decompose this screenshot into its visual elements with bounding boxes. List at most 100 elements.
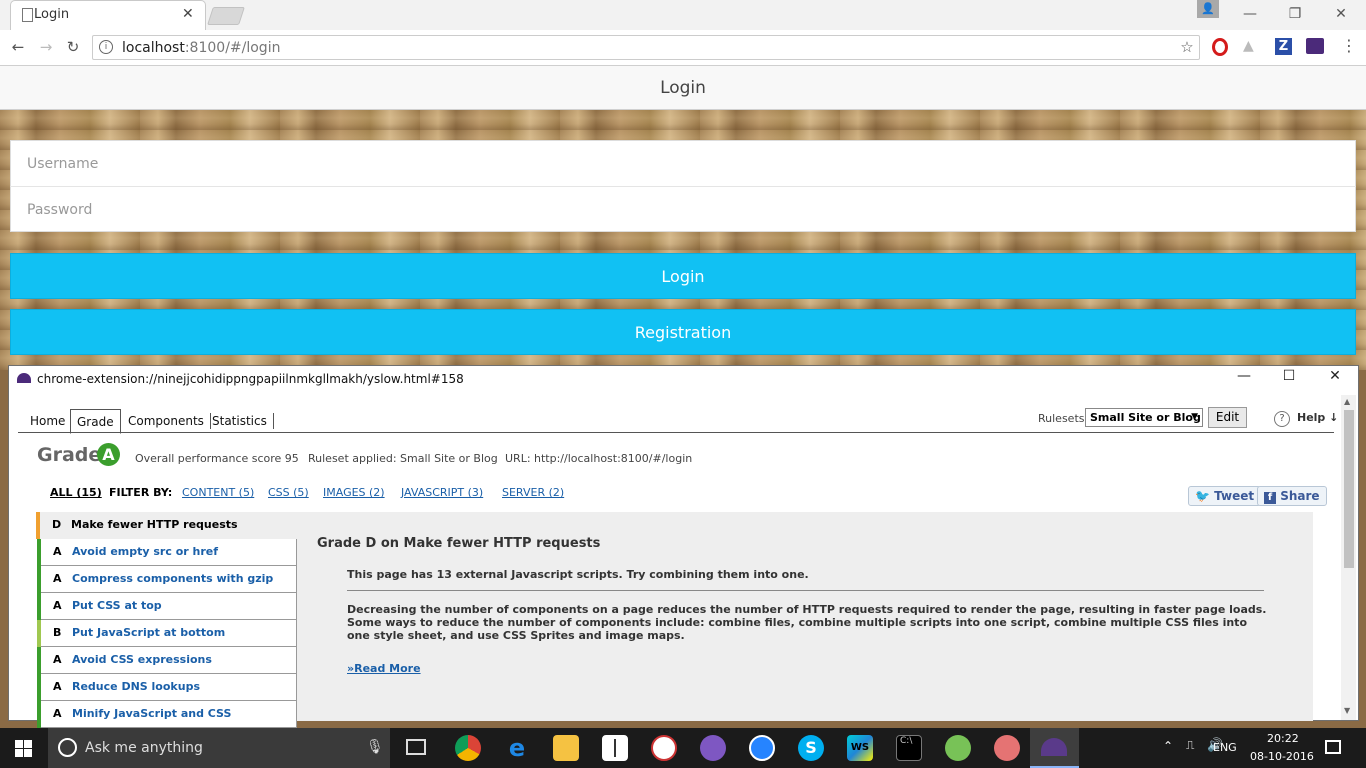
language-indicator[interactable]: ENG: [1213, 741, 1237, 754]
detail-heading: Grade D on Make fewer HTTP requests: [317, 536, 601, 551]
popup-minimize-button[interactable]: —: [1229, 368, 1259, 384]
rule-grade: D: [52, 518, 62, 531]
ruleset-select[interactable]: Small Site or Blog ▼: [1085, 408, 1203, 427]
android-studio-icon[interactable]: [945, 735, 971, 761]
forward-arrow-icon[interactable]: →: [36, 37, 56, 57]
rule-name: Avoid CSS expressions: [72, 653, 212, 666]
info-icon[interactable]: i: [99, 40, 113, 54]
filter-by-label: FILTER BY:: [109, 486, 173, 499]
close-window-button[interactable]: ✕: [1318, 0, 1364, 30]
grade-label: Grade: [37, 444, 102, 466]
rule-grade: A: [53, 653, 62, 666]
grade-badge: A: [97, 443, 120, 466]
username-field[interactable]: Username: [10, 141, 1356, 187]
popup-maximize-button[interactable]: ☐: [1274, 368, 1304, 384]
share-button[interactable]: f Share: [1257, 486, 1327, 506]
zotero-icon[interactable]: Z: [1275, 38, 1292, 55]
webstorm-icon[interactable]: WS: [847, 735, 873, 761]
rule-row[interactable]: A Avoid empty src or href: [37, 539, 297, 566]
microphone-icon[interactable]: 🎙: [366, 739, 384, 755]
reload-icon[interactable]: ↻: [63, 37, 83, 57]
close-tab-icon[interactable]: ✕: [182, 6, 194, 22]
back-arrow-icon[interactable]: ←: [8, 37, 28, 57]
share-label: Share: [1280, 489, 1320, 503]
tray-chevron-up-icon[interactable]: ⌃: [1163, 739, 1173, 753]
drive-icon[interactable]: ▲: [1243, 38, 1261, 54]
rule-row[interactable]: A Compress components with gzip: [37, 566, 297, 593]
tools-icon[interactable]: [994, 735, 1020, 761]
store-icon[interactable]: [602, 735, 628, 761]
compass-app-icon[interactable]: [651, 735, 677, 761]
login-button[interactable]: Login: [10, 253, 1356, 299]
rule-name: Avoid empty src or href: [72, 545, 219, 558]
opera-icon[interactable]: [1212, 38, 1228, 56]
task-view-icon[interactable]: [406, 739, 426, 755]
popup-close-button[interactable]: ✕: [1320, 368, 1350, 384]
detail-divider: [347, 590, 1264, 591]
windows-start-icon[interactable]: [15, 740, 32, 757]
terminal-icon[interactable]: C:\: [896, 735, 922, 761]
rule-name: Compress components with gzip: [72, 572, 274, 585]
network-icon[interactable]: ⎍: [1186, 738, 1194, 753]
chrome-icon[interactable]: [455, 735, 481, 761]
github-icon[interactable]: [700, 735, 726, 761]
page-title: Login: [0, 66, 1366, 110]
rule-grade: A: [53, 680, 62, 693]
rule-row[interactable]: A Minify JavaScript and CSS: [37, 701, 297, 728]
restore-button[interactable]: ❐: [1272, 0, 1318, 30]
url-info: URL: http://localhost:8100/#/login: [505, 452, 693, 465]
tab-home[interactable]: Home: [24, 409, 71, 433]
edit-button[interactable]: Edit: [1208, 407, 1247, 428]
rule-row[interactable]: B Put JavaScript at bottom: [37, 620, 297, 647]
registration-button[interactable]: Registration: [10, 309, 1356, 355]
scroll-down-arrow-icon[interactable]: ▼: [1344, 706, 1350, 715]
scroll-thumb[interactable]: [1344, 410, 1354, 568]
tab-grade[interactable]: Grade: [70, 409, 121, 434]
filter-all[interactable]: ALL (15): [50, 486, 102, 499]
tweet-label: Tweet: [1214, 489, 1255, 503]
menu-kebab-icon[interactable]: ⋮: [1341, 36, 1357, 55]
rule-row[interactable]: D Make fewer HTTP requests: [36, 512, 297, 539]
rule-name: Minify JavaScript and CSS: [72, 707, 232, 720]
new-tab-button[interactable]: [207, 7, 245, 25]
help-link[interactable]: Help ↓: [1297, 411, 1338, 424]
filter-css[interactable]: CSS (5): [268, 486, 309, 499]
grade-color-bar: [37, 674, 41, 701]
filter-javascript[interactable]: JAVASCRIPT (3): [401, 486, 483, 499]
filter-images[interactable]: IMAGES (2): [323, 486, 385, 499]
help-circle-icon[interactable]: ?: [1274, 411, 1290, 427]
rule-grade: A: [53, 545, 62, 558]
file-explorer-icon[interactable]: [553, 735, 579, 761]
filter-content[interactable]: CONTENT (5): [182, 486, 254, 499]
clock-time[interactable]: 20:22: [1267, 732, 1299, 745]
read-more-link[interactable]: »Read More: [347, 662, 421, 675]
clock-date[interactable]: 08-10-2016: [1250, 750, 1314, 763]
edge-icon[interactable]: e: [504, 735, 530, 761]
sourcetree-icon[interactable]: [749, 735, 775, 761]
rule-grade: A: [53, 707, 62, 720]
cortana-circle-icon: [58, 738, 77, 757]
minimize-button[interactable]: —: [1227, 0, 1273, 30]
rule-row[interactable]: A Reduce DNS lookups: [37, 674, 297, 701]
yslow-icon[interactable]: [1306, 38, 1324, 54]
rulesets-label: Rulesets: [1038, 412, 1085, 425]
detail-message: This page has 13 external Javascript scr…: [347, 568, 809, 581]
user-icon[interactable]: 👤: [1197, 0, 1219, 18]
notification-icon[interactable]: [1325, 740, 1341, 754]
tab-statistics[interactable]: Statistics: [206, 413, 274, 429]
rule-name: Reduce DNS lookups: [72, 680, 200, 693]
rule-row[interactable]: A Avoid CSS expressions: [37, 647, 297, 674]
rule-name: Make fewer HTTP requests: [71, 518, 238, 531]
bookmark-star-icon[interactable]: ☆: [1177, 37, 1197, 57]
tab-components[interactable]: Components: [122, 413, 211, 429]
popup-title: chrome-extension://ninejjcohidippngpapii…: [37, 372, 464, 386]
tweet-button[interactable]: 🐦 Tweet: [1188, 486, 1262, 506]
scroll-up-arrow-icon[interactable]: ▲: [1344, 397, 1350, 406]
password-field[interactable]: Password: [10, 187, 1356, 233]
filter-server[interactable]: SERVER (2): [502, 486, 564, 499]
rule-grade: A: [53, 599, 62, 612]
tabs-divider: [18, 432, 1334, 433]
tab-title: Login: [34, 7, 70, 22]
skype-icon[interactable]: S: [798, 735, 824, 761]
rule-row[interactable]: A Put CSS at top: [37, 593, 297, 620]
